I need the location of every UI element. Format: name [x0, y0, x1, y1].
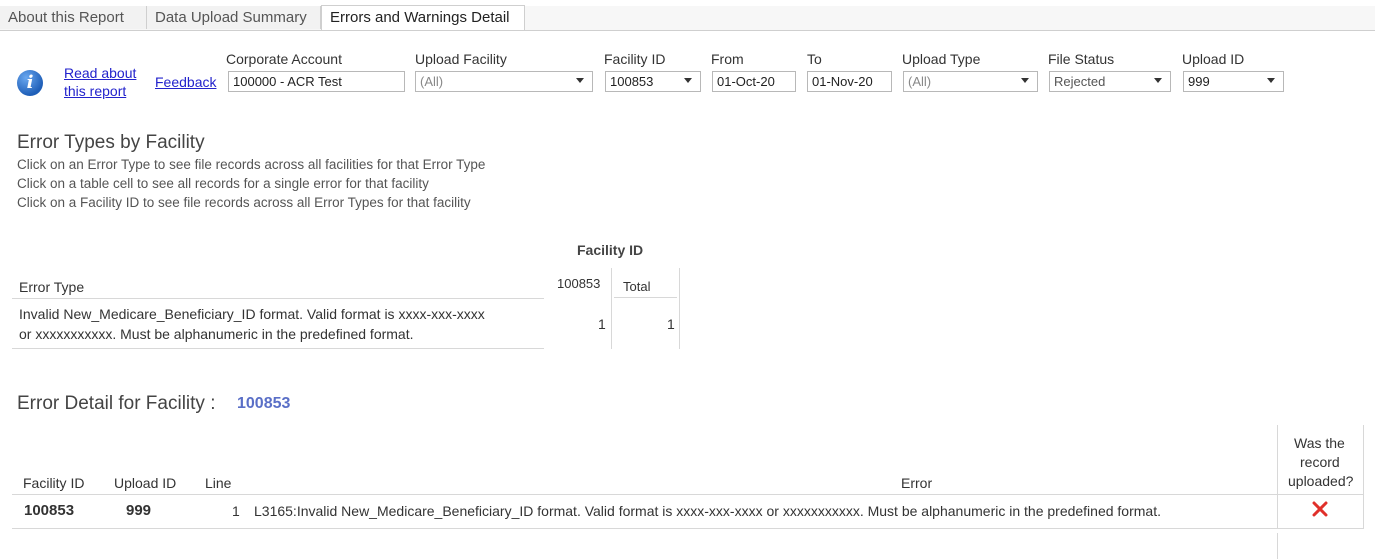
- upload-facility-value: (All): [420, 74, 444, 89]
- facility-id-column-group: Facility ID: [577, 242, 644, 258]
- error-types-title: Error Types by Facility: [17, 132, 205, 153]
- uploaded-header-line2: record: [1300, 454, 1340, 470]
- error-detail-title: Error Detail for Facility :: [17, 393, 216, 414]
- read-about-link-line1[interactable]: Read about: [64, 65, 136, 81]
- read-about-link-line2[interactable]: this report: [64, 83, 126, 99]
- tab-errors-warnings-detail[interactable]: Errors and Warnings Detail: [321, 5, 525, 30]
- upload-type-value: (All): [908, 74, 932, 89]
- file-status-value: Rejected: [1054, 74, 1106, 89]
- info-icon[interactable]: i: [17, 70, 43, 96]
- facility-id-select[interactable]: 100853: [605, 71, 701, 92]
- upload-id-select[interactable]: 999: [1183, 71, 1284, 92]
- upload-id-value: 999: [1188, 74, 1210, 89]
- detail-error-cell: L3165:Invalid New_Medicare_Beneficiary_I…: [254, 503, 1161, 519]
- detail-line-header: Line: [205, 475, 232, 491]
- uploaded-header-line3: uploaded?: [1288, 473, 1354, 489]
- upload-type-select[interactable]: (All): [903, 71, 1038, 92]
- error-total-cell: 1: [667, 316, 675, 332]
- detail-facility-id-header: Facility ID: [23, 475, 85, 491]
- chevron-down-icon: [1267, 78, 1275, 83]
- chevron-down-icon: [684, 78, 692, 83]
- feedback-link[interactable]: Feedback: [155, 74, 216, 90]
- red-x-icon: [1311, 500, 1329, 518]
- chevron-down-icon: [576, 78, 584, 83]
- instruction-line-2: Click on a table cell to see all records…: [17, 176, 429, 191]
- chevron-down-icon: [1021, 78, 1029, 83]
- detail-facility-id-cell: 100853: [24, 502, 75, 519]
- error-type-header: Error Type: [19, 279, 85, 295]
- instruction-line-3: Click on a Facility ID to see file recor…: [17, 195, 471, 210]
- detail-upload-id-cell: 999: [126, 502, 152, 519]
- facility-column-100853[interactable]: 100853: [557, 276, 600, 291]
- chevron-down-icon: [1154, 78, 1162, 83]
- facility-id-value: 100853: [610, 74, 654, 89]
- from-date-input[interactable]: 01-Oct-20: [712, 71, 796, 92]
- upload-id-label: Upload ID: [1182, 51, 1245, 67]
- error-count-cell[interactable]: 1: [598, 316, 606, 332]
- to-date-input[interactable]: 01-Nov-20: [807, 71, 892, 92]
- upload-type-label: Upload Type: [902, 51, 981, 67]
- corporate-account-label: Corporate Account: [226, 51, 342, 67]
- error-type-row-line1[interactable]: Invalid New_Medicare_Beneficiary_ID form…: [19, 306, 485, 322]
- upload-facility-label: Upload Facility: [415, 51, 507, 67]
- detail-error-header: Error: [901, 475, 933, 491]
- to-label: To: [807, 51, 822, 67]
- instruction-line-1: Click on an Error Type to see file recor…: [17, 157, 486, 172]
- detail-upload-id-header: Upload ID: [114, 475, 177, 491]
- corporate-account-input[interactable]: 100000 - ACR Test: [228, 71, 405, 92]
- error-detail-facility: 100853: [237, 395, 291, 412]
- file-status-select[interactable]: Rejected: [1049, 71, 1171, 92]
- total-column-header: Total: [623, 279, 651, 294]
- tab-data-upload-summary[interactable]: Data Upload Summary: [147, 6, 321, 29]
- tab-bar: About this Report Data Upload Summary Er…: [0, 5, 1375, 31]
- detail-line-cell: 1: [232, 503, 240, 519]
- tab-about-report[interactable]: About this Report: [0, 6, 147, 29]
- facility-id-label: Facility ID: [604, 51, 666, 67]
- upload-facility-select[interactable]: (All): [415, 71, 593, 92]
- from-label: From: [711, 51, 744, 67]
- file-status-label: File Status: [1048, 51, 1115, 67]
- uploaded-header-line1: Was the: [1294, 435, 1345, 451]
- error-type-row-line2[interactable]: or xxxxxxxxxxx. Must be alphanumeric in …: [19, 326, 414, 342]
